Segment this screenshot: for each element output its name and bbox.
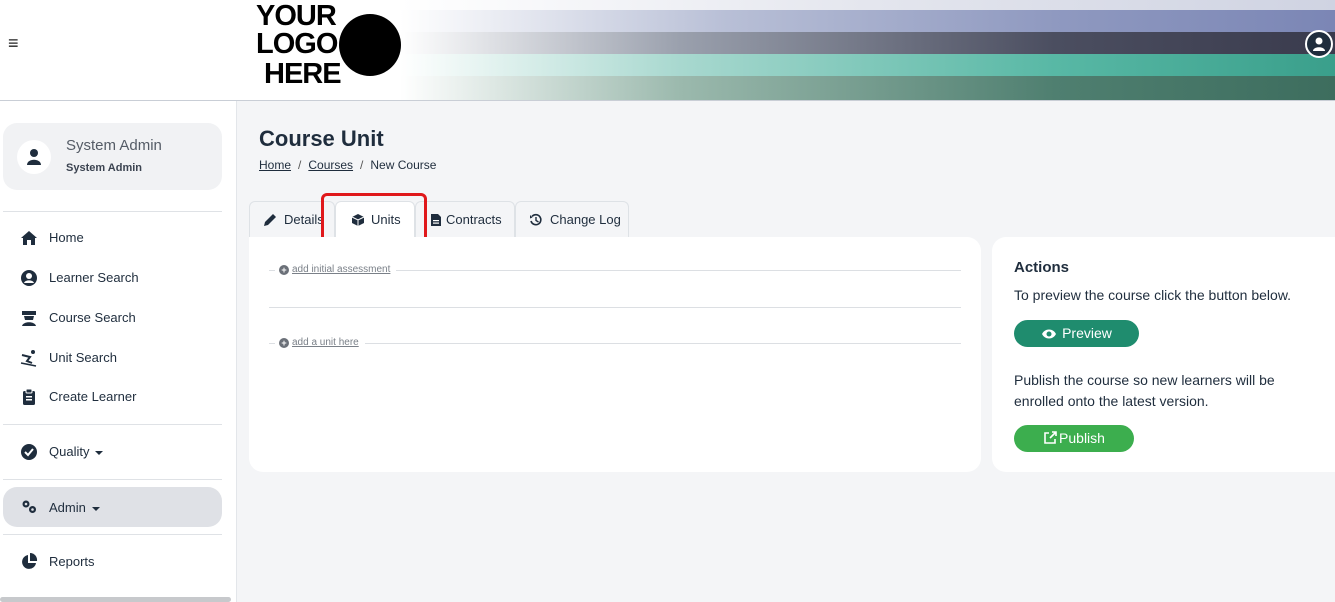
breadcrumb: Home / Courses / New Course [259,158,437,172]
profile-card[interactable]: System Admin System Admin [3,123,222,190]
plus-circle-icon: + [279,338,289,348]
cube-icon [351,214,365,226]
plus-circle-icon: + [279,265,289,275]
sidebar-item-reports[interactable]: Reports [3,543,222,581]
page-title: Course Unit [259,126,384,151]
actions-title: Actions [1014,259,1070,276]
sidebar-item-label: Create Learner [49,389,137,404]
breadcrumb-home-link[interactable]: Home [259,158,291,172]
pencil-icon [264,214,276,226]
sidebar-item-label: Home [49,230,84,245]
sidebar-item-unit-search[interactable]: Unit Search [3,339,222,377]
sidebar-item-label: Course Search [49,310,136,325]
sidebar-item-admin[interactable]: Admin [3,487,222,527]
history-icon [530,213,542,226]
logo-line-2: LOGO [256,28,338,60]
tab-units[interactable]: Units [335,201,415,237]
profile-name: System Admin [66,137,162,154]
divider [3,211,222,212]
cogs-icon [22,500,36,513]
publish-description: Publish the course so new learners will … [1014,372,1275,409]
divider [3,479,222,480]
sidebar-item-label: Reports [49,554,95,569]
eye-icon [1042,329,1057,339]
chevron-down-icon [95,450,104,455]
add-unit-link[interactable]: + add a unit here [275,337,365,348]
sidebar-item-label: Learner Search [49,270,139,285]
graduation-icon [22,311,36,326]
sidebar-item-quality[interactable]: Quality [3,433,222,471]
breadcrumb-courses-link[interactable]: Courses [308,158,353,172]
preview-button[interactable]: Preview [1014,320,1139,347]
pie-chart-icon [22,553,38,569]
tab-contracts[interactable]: Contracts [415,201,515,237]
header-banner [400,0,1335,100]
sidebar-item-label: Admin [49,500,100,515]
divider [269,343,961,344]
publish-button[interactable]: Publish [1014,425,1134,452]
divider [3,424,222,425]
sidebar-item-label: Quality [49,444,104,459]
add-initial-assessment-link[interactable]: + add initial assessment [275,264,397,275]
user-account-icon[interactable] [1305,30,1333,58]
divider [3,534,222,535]
tab-details[interactable]: Details [249,201,335,237]
file-icon [431,214,441,226]
avatar [17,140,51,174]
sidebar: System Admin System Admin Home Learner S… [0,101,237,602]
home-icon [21,231,37,245]
top-header: ≡ YOUR LOGO HERE [0,0,1335,101]
menu-toggle-icon[interactable]: ≡ [8,34,19,52]
clipboard-icon [23,388,35,405]
units-panel: + add initial assessment + add a unit here [249,237,981,472]
skiing-icon [20,350,37,367]
user-circle-icon [21,270,37,286]
divider [269,307,961,308]
sidebar-scrollbar[interactable] [0,597,231,602]
actions-panel: Actions To preview the course click the … [992,237,1335,472]
logo-line-1: YOUR [256,0,337,32]
breadcrumb-current: New Course [370,158,437,172]
preview-description: To preview the course click the button b… [1014,287,1292,303]
logo: YOUR LOGO HERE [254,0,404,96]
sidebar-item-home[interactable]: Home [3,219,222,257]
check-circle-icon [21,444,37,460]
sidebar-item-learner-search[interactable]: Learner Search [3,259,222,297]
logo-circle [339,14,401,76]
external-link-icon [1044,431,1057,444]
logo-line-3: HERE [264,58,342,90]
sidebar-item-course-search[interactable]: Course Search [3,299,222,337]
sidebar-item-label: Unit Search [49,350,117,365]
profile-role: System Admin [66,162,143,174]
tab-change-log[interactable]: Change Log [515,201,629,237]
chevron-down-icon [91,506,100,511]
sidebar-item-create-learner[interactable]: Create Learner [3,378,222,416]
